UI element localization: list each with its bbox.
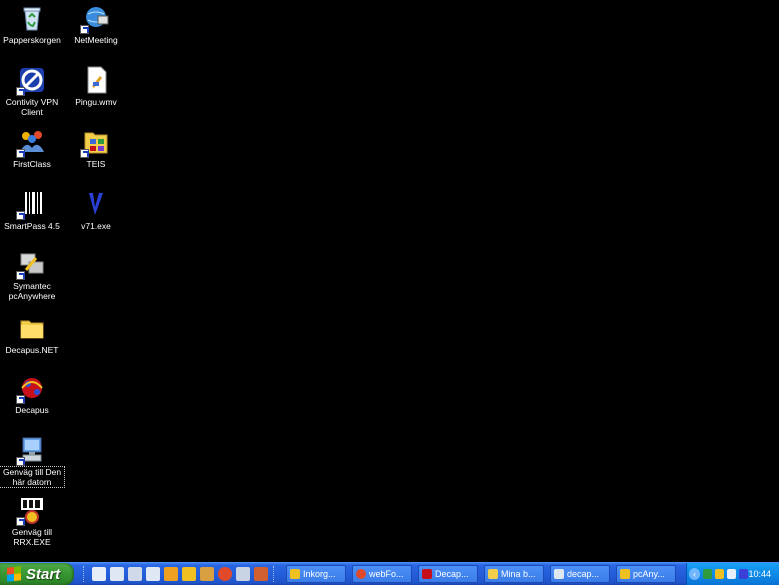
quick-launch-firefox-icon[interactable] [218, 567, 232, 581]
desktop-icon-decapus-net[interactable]: Decapus.NET [0, 312, 64, 355]
quick-launch-app-icon[interactable] [128, 567, 142, 581]
task-button-mina-b[interactable]: Mina b... [484, 565, 544, 583]
security-tray-icon[interactable] [702, 569, 713, 579]
shortcut-arrow-icon [16, 271, 25, 280]
quick-launch-doc-icon[interactable] [146, 567, 160, 581]
desktop-icon-label: Genväg till RRX.EXE [11, 527, 53, 547]
smartpass-icon [16, 188, 48, 220]
desktop-icon-label: TEIS [86, 159, 106, 169]
toolbar-grip[interactable] [83, 566, 87, 582]
folder-icon [488, 569, 498, 579]
desktop-icon-smartpass[interactable]: SmartPass 4.5 [0, 188, 64, 231]
desktop-icon-label: FirstClass [13, 159, 51, 169]
shortcut-arrow-icon [16, 395, 25, 404]
desktop-icon-label: NetMeeting [74, 35, 118, 45]
desktop-icon-firstclass[interactable]: FirstClass [0, 126, 64, 169]
clock[interactable]: 10:44 [748, 569, 771, 579]
desktop-icon-label: Decapus [15, 405, 49, 415]
desktop-icon-rrx-exe[interactable]: Genväg till RRX.EXE [0, 494, 64, 547]
folder-apps-icon [80, 126, 112, 158]
task-button-webfo[interactable]: webFo... [352, 565, 412, 583]
monitor-tray-icon[interactable] [739, 569, 749, 579]
shortcut-arrow-icon [80, 149, 89, 158]
desktop-icon-decapus[interactable]: Decapus [0, 372, 64, 415]
desktop-icon-label: Genväg till Den här datorn [0, 466, 65, 488]
task-label: Inkorg... [303, 569, 336, 579]
shortcut-arrow-icon [16, 87, 25, 96]
folder-icon [16, 312, 48, 344]
desktop-icon-label: Decapus.NET [5, 345, 59, 355]
shortcut-arrow-icon [80, 25, 89, 34]
desktop-icon-label: v71.exe [81, 221, 111, 231]
vpn-client-icon [16, 64, 48, 96]
desktop-icon-pingu-wmv[interactable]: Pingu.wmv [64, 64, 128, 107]
my-computer-icon [16, 434, 48, 466]
app-tray-icon[interactable] [715, 569, 725, 579]
window-icon [554, 569, 564, 579]
desktop-icon-label: SmartPass 4.5 [4, 221, 60, 231]
pcanywhere-icon [620, 569, 630, 579]
netmeeting-icon [80, 2, 112, 34]
windows-logo-icon [7, 566, 21, 582]
shortcut-arrow-icon [16, 517, 25, 526]
desktop-icon-label: Pingu.wmv [75, 97, 117, 107]
task-label: pcAny... [633, 569, 665, 579]
taskbar-buttons: Inkorg... webFo... Decap... Mina b... de… [286, 565, 682, 584]
desktop-icon-label: Contivity VPN Client [5, 97, 59, 117]
task-button-pcanywhere[interactable]: pcAny... [616, 565, 676, 583]
pcanywhere-icon [16, 248, 48, 280]
desktop-icon-netmeeting[interactable]: NetMeeting [64, 2, 128, 45]
desktop-icon-recycle-bin[interactable]: Papperskorgen [0, 2, 64, 45]
firefox-icon [356, 569, 366, 579]
recycle-bin-icon [16, 2, 48, 34]
quick-launch-bonus-icon[interactable] [182, 567, 196, 581]
v71-exe-icon [80, 188, 112, 220]
task-button-decap-window[interactable]: decap... [550, 565, 610, 583]
quick-launch-desktop-icon[interactable] [110, 567, 124, 581]
desktop: Papperskorgen Contivity VPN Client First… [0, 0, 779, 558]
desktop-icon-v71-exe[interactable]: v71.exe [64, 188, 128, 231]
firstclass-icon [16, 126, 48, 158]
quick-launch-ie-icon[interactable] [92, 567, 106, 581]
desktop-icon-my-computer[interactable]: Genväg till Den här datorn [0, 434, 65, 488]
chevron-left-icon[interactable]: ‹ [689, 568, 700, 580]
quick-launch-tool-icon[interactable] [200, 567, 214, 581]
task-label: Decap... [435, 569, 469, 579]
start-button[interactable]: Start [0, 563, 74, 585]
desktop-icon-label: Symantec pcAnywhere [8, 281, 56, 301]
task-button-decapus[interactable]: Decap... [418, 565, 478, 583]
ms-dos-icon [16, 494, 48, 526]
task-label: webFo... [369, 569, 404, 579]
start-label: Start [26, 565, 61, 583]
desktop-icon-teis[interactable]: TEIS [64, 126, 128, 169]
desktop-icon-vpn-client[interactable]: Contivity VPN Client [0, 64, 64, 117]
toolbar-grip[interactable] [273, 566, 277, 582]
quick-launch-outlook-icon[interactable] [164, 567, 178, 581]
outlook-icon [290, 569, 300, 579]
task-button-inbox[interactable]: Inkorg... [286, 565, 346, 583]
decapus-icon [422, 569, 432, 579]
shortcut-arrow-icon [16, 149, 25, 158]
desktop-icon-label: Papperskorgen [3, 35, 61, 45]
shortcut-arrow-icon [16, 211, 25, 220]
system-tray: ‹ 10:44 [686, 563, 779, 585]
task-label: decap... [567, 569, 600, 579]
desktop-icon-pcanywhere[interactable]: Symantec pcAnywhere [0, 248, 64, 301]
quick-launch-bar [80, 565, 280, 583]
video-file-icon [80, 64, 112, 96]
shortcut-arrow-icon [16, 457, 25, 466]
network-tray-icon[interactable] [727, 569, 737, 579]
quick-launch-notepad-icon[interactable] [236, 567, 250, 581]
quick-launch-decapus-icon[interactable] [254, 567, 268, 581]
taskbar: Start Inkorg... webFo... Decap... Mina b… [0, 562, 779, 585]
decapus-icon [16, 372, 48, 404]
task-label: Mina b... [501, 569, 536, 579]
